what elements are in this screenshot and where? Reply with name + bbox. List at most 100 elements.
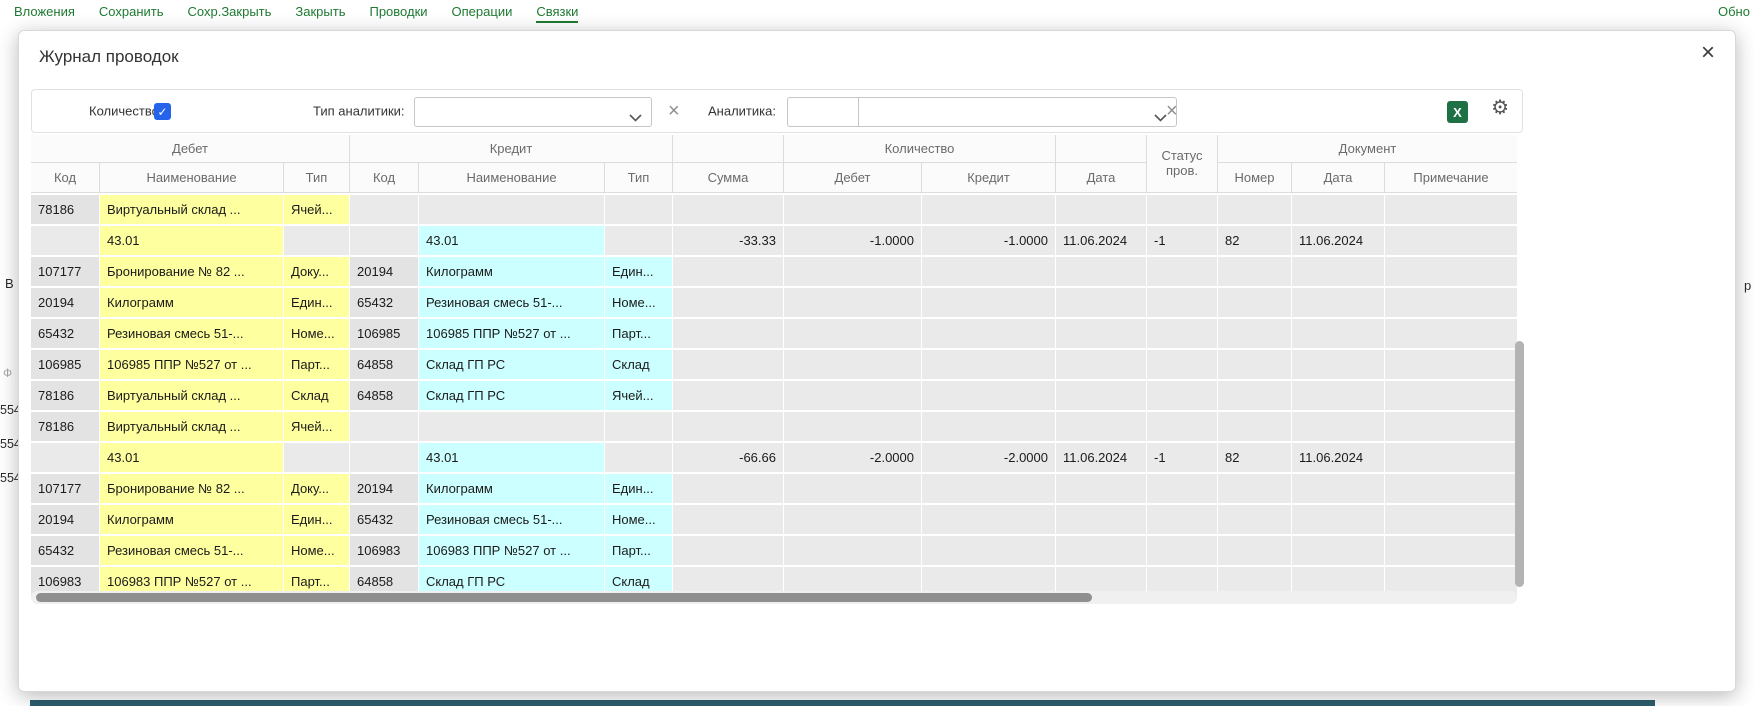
cell-doc-date[interactable] (1292, 505, 1384, 534)
cell-doc-number[interactable] (1218, 536, 1291, 565)
cell-credit-type[interactable]: Парт... (605, 536, 672, 565)
cell-date[interactable] (1056, 257, 1146, 286)
cell-credit-name[interactable]: 106985 ППР №527 от ... (419, 319, 604, 348)
cell-debit-code[interactable]: 20194 (31, 505, 99, 534)
cell-doc-date[interactable] (1292, 195, 1384, 224)
cell-credit-code[interactable]: 64858 (350, 350, 418, 379)
cell-debit-code[interactable]: 65432 (31, 319, 99, 348)
close-icon[interactable]: × (1701, 41, 1715, 65)
cell-credit-type[interactable]: Един... (605, 257, 672, 286)
cell-status[interactable]: -1 (1147, 226, 1217, 255)
table-row[interactable]: 107177Бронирование № 82 ...Доку...20194К… (31, 474, 1517, 503)
cell-credit-type[interactable]: Ячей... (605, 381, 672, 410)
cell-doc-date[interactable] (1292, 412, 1384, 441)
cell-debit-code[interactable]: 20194 (31, 288, 99, 317)
table-row[interactable]: 78186Виртуальный склад ...Склад64858Скла… (31, 381, 1517, 410)
cell-status[interactable] (1147, 381, 1217, 410)
cell-sum[interactable] (673, 412, 783, 441)
cell-note[interactable] (1385, 226, 1517, 255)
cell-note[interactable] (1385, 536, 1517, 565)
menu-item-attachments[interactable]: Вложения (14, 4, 75, 23)
cell-credit-type[interactable]: Парт... (605, 319, 672, 348)
cell-doc-date[interactable] (1292, 257, 1384, 286)
cell-credit-type[interactable] (605, 195, 672, 224)
cell-credit-code[interactable]: 106983 (350, 536, 418, 565)
cell-debit-type[interactable]: Парт... (284, 350, 349, 379)
cell-debit-code[interactable] (31, 226, 99, 255)
cell-credit-code[interactable] (350, 412, 418, 441)
cell-status[interactable] (1147, 505, 1217, 534)
cell-qty-credit[interactable] (922, 195, 1055, 224)
header-col-debit-code[interactable]: Код (31, 163, 99, 192)
table-row[interactable]: 43.0143.01-66.66-2.0000-2.000011.06.2024… (31, 443, 1517, 472)
header-col-debit-name[interactable]: Наименование (100, 163, 283, 192)
cell-qty-credit[interactable] (922, 350, 1055, 379)
cell-qty-credit[interactable] (922, 536, 1055, 565)
cell-credit-type[interactable]: Склад (605, 350, 672, 379)
cell-doc-number[interactable] (1218, 319, 1291, 348)
menu-item-refresh[interactable]: Обно (1718, 4, 1750, 19)
cell-date[interactable] (1056, 319, 1146, 348)
cell-doc-date[interactable]: 11.06.2024 (1292, 443, 1384, 472)
cell-debit-type[interactable]: Един... (284, 288, 349, 317)
cell-debit-code[interactable]: 65432 (31, 536, 99, 565)
menu-item-operations[interactable]: Операции (452, 4, 513, 23)
cell-doc-date[interactable] (1292, 288, 1384, 317)
cell-qty-debit[interactable]: -2.0000 (784, 443, 921, 472)
cell-note[interactable] (1385, 381, 1517, 410)
cell-note[interactable] (1385, 288, 1517, 317)
table-row[interactable]: 65432Резиновая смесь 51-...Номе...106983… (31, 536, 1517, 565)
cell-credit-type[interactable]: Номе... (605, 505, 672, 534)
header-col-sum[interactable]: Сумма (673, 163, 783, 192)
cell-debit-type[interactable]: Един... (284, 505, 349, 534)
cell-doc-date[interactable]: 11.06.2024 (1292, 226, 1384, 255)
table-row[interactable]: 106985106985 ППР №527 от ...Парт...64858… (31, 350, 1517, 379)
cell-doc-date[interactable] (1292, 474, 1384, 503)
cell-doc-number[interactable] (1218, 381, 1291, 410)
table-row[interactable]: 107177Бронирование № 82 ...Доку...20194К… (31, 257, 1517, 286)
cell-date[interactable] (1056, 288, 1146, 317)
cell-sum[interactable] (673, 536, 783, 565)
cell-debit-name[interactable]: Резиновая смесь 51-... (100, 319, 283, 348)
cell-sum[interactable] (673, 288, 783, 317)
cell-credit-code[interactable] (350, 443, 418, 472)
cell-debit-name[interactable]: 43.01 (100, 226, 283, 255)
menu-item-links[interactable]: Связки (536, 4, 578, 23)
cell-note[interactable] (1385, 474, 1517, 503)
cell-doc-number[interactable]: 82 (1218, 226, 1291, 255)
cell-qty-debit[interactable]: -1.0000 (784, 226, 921, 255)
cell-debit-name[interactable]: Бронирование № 82 ... (100, 474, 283, 503)
cell-debit-type[interactable] (284, 226, 349, 255)
cell-doc-number[interactable] (1218, 474, 1291, 503)
cell-status[interactable] (1147, 350, 1217, 379)
table-row[interactable]: 20194КилограммЕдин...65432Резиновая смес… (31, 288, 1517, 317)
cell-qty-debit[interactable] (784, 195, 921, 224)
horizontal-scrollbar-thumb[interactable] (36, 593, 1092, 602)
cell-doc-number[interactable] (1218, 257, 1291, 286)
cell-credit-code[interactable]: 20194 (350, 474, 418, 503)
cell-note[interactable] (1385, 505, 1517, 534)
cell-credit-name[interactable]: Склад ГП РС (419, 350, 604, 379)
cell-debit-code[interactable] (31, 443, 99, 472)
header-col-qty-debit[interactable]: Дебет (784, 163, 921, 192)
cell-credit-name[interactable]: Резиновая смесь 51-... (419, 505, 604, 534)
cell-debit-name[interactable]: Виртуальный склад ... (100, 412, 283, 441)
cell-qty-debit[interactable] (784, 474, 921, 503)
cell-date[interactable] (1056, 381, 1146, 410)
cell-date[interactable]: 11.06.2024 (1056, 226, 1146, 255)
cell-qty-credit[interactable] (922, 257, 1055, 286)
header-col-credit-code[interactable]: Код (350, 163, 418, 192)
header-col-qty-credit[interactable]: Кредит (922, 163, 1055, 192)
cell-qty-credit[interactable] (922, 319, 1055, 348)
cell-credit-code[interactable]: 65432 (350, 505, 418, 534)
header-col-status[interactable]: Статус пров. (1147, 135, 1217, 192)
cell-credit-code[interactable]: 65432 (350, 288, 418, 317)
cell-credit-name[interactable]: Резиновая смесь 51-... (419, 288, 604, 317)
cell-qty-debit[interactable] (784, 350, 921, 379)
cell-sum[interactable]: -33.33 (673, 226, 783, 255)
cell-credit-code[interactable]: 106985 (350, 319, 418, 348)
cell-debit-name[interactable]: Килограмм (100, 505, 283, 534)
cell-credit-name[interactable]: Килограмм (419, 474, 604, 503)
menu-item-close[interactable]: Закрыть (295, 4, 345, 23)
cell-doc-date[interactable] (1292, 319, 1384, 348)
